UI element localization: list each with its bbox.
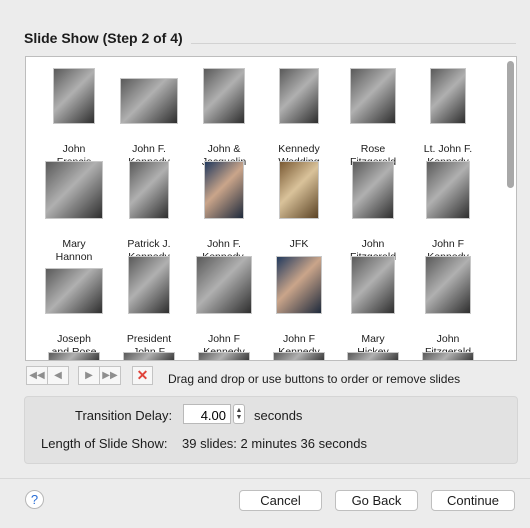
slide-image-partial	[49, 353, 99, 360]
slide-image	[205, 162, 243, 218]
continue-button[interactable]: Continue	[431, 490, 515, 511]
title-row: Slide Show (Step 2 of 4)	[24, 30, 516, 48]
slide-image	[121, 79, 177, 123]
slide-thumbnail[interactable]: John Fitzgerald	[410, 257, 486, 358]
move-first-icon[interactable]: ◀︎◀︎	[26, 366, 48, 385]
slide-thumbnail[interactable]: John F Kennedy	[261, 257, 337, 358]
move-right-icon[interactable]: ▶	[78, 366, 100, 385]
slide-image-partial	[423, 353, 473, 360]
move-last-icon[interactable]: ▶︎▶︎	[99, 366, 121, 385]
transition-delay-label: Transition Delay:	[75, 408, 173, 423]
slide-image	[204, 69, 244, 123]
slide-image	[352, 257, 394, 313]
slide-image	[130, 162, 168, 218]
slide-image-partial	[124, 353, 174, 360]
slide-thumbnail[interactable]: John F Kennedy	[410, 162, 486, 263]
stepper-down-icon[interactable]: ▼	[236, 414, 243, 421]
delay-stepper[interactable]: ▲ ▼	[233, 404, 245, 424]
slide-image-partial	[199, 353, 249, 360]
slide-thumbnail[interactable]: Rose Fitzgerald	[335, 67, 411, 168]
slide-image-partial	[348, 353, 398, 360]
slide-thumbnail[interactable]: Mary Hickey	[335, 257, 411, 358]
slide-thumbnail[interactable]: JFK	[261, 162, 337, 257]
slide-thumbnail[interactable]: John Francis	[36, 67, 112, 168]
slide-thumbnail[interactable]: John Fitzgerald	[335, 162, 411, 263]
slide-image	[277, 257, 321, 313]
footer-divider	[0, 478, 530, 479]
go-back-button[interactable]: Go Back	[335, 490, 418, 511]
slide-image	[280, 162, 318, 218]
settings-panel	[24, 396, 518, 464]
delay-unit: seconds	[254, 408, 303, 423]
remove-x-icon[interactable]: ✕	[132, 366, 153, 385]
slide-image	[46, 269, 102, 313]
slide-image	[54, 69, 94, 123]
slide-thumbnail[interactable]: Joseph and Rose	[36, 257, 112, 358]
page-title: Slide Show (Step 2 of 4)	[24, 30, 191, 46]
slide-thumbnail[interactable]: John F. Kennedy	[111, 67, 187, 168]
reorder-hint: Drag and drop or use buttons to order or…	[168, 372, 461, 386]
slide-image	[431, 69, 465, 123]
slide-image	[280, 69, 318, 123]
slide-thumbnail[interactable]: John F. Kennedy,	[186, 162, 262, 263]
slide-thumbnail[interactable]: Mary Hannon	[36, 162, 112, 263]
help-button[interactable]: ?	[25, 490, 44, 509]
slide-image	[351, 69, 395, 123]
slide-thumbnail[interactable]: President John F	[111, 257, 187, 358]
slide-image	[197, 257, 251, 313]
slide-image	[46, 162, 102, 218]
slide-image-partial	[274, 353, 324, 360]
length-value: 39 slides: 2 minutes 36 seconds	[182, 436, 367, 451]
cancel-button[interactable]: Cancel	[239, 490, 322, 511]
slide-thumbnail[interactable]: John F Kennedy	[186, 257, 262, 358]
slide-image	[427, 162, 469, 218]
transition-delay-input[interactable]	[183, 404, 231, 424]
move-left-icon[interactable]: ◀	[47, 366, 69, 385]
slide-thumbnail[interactable]: Patrick J. Kennedy	[111, 162, 187, 263]
slide-image	[426, 257, 470, 313]
length-label: Length of Slide Show:	[41, 436, 168, 451]
slide-image	[353, 162, 393, 218]
slide-thumbnail[interactable]: Kennedy Wedding	[261, 67, 337, 168]
slide-image	[129, 257, 169, 313]
slide-thumbnail[interactable]: John & Jacquelin	[186, 67, 262, 168]
gallery-scrollbar[interactable]	[507, 61, 514, 188]
slide-thumbnail[interactable]: Lt. John F. Kennedy	[410, 67, 486, 168]
stepper-up-icon[interactable]: ▲	[236, 407, 243, 414]
slide-gallery[interactable]: John FrancisJohn F. KennedyJohn & Jacque…	[25, 56, 517, 361]
